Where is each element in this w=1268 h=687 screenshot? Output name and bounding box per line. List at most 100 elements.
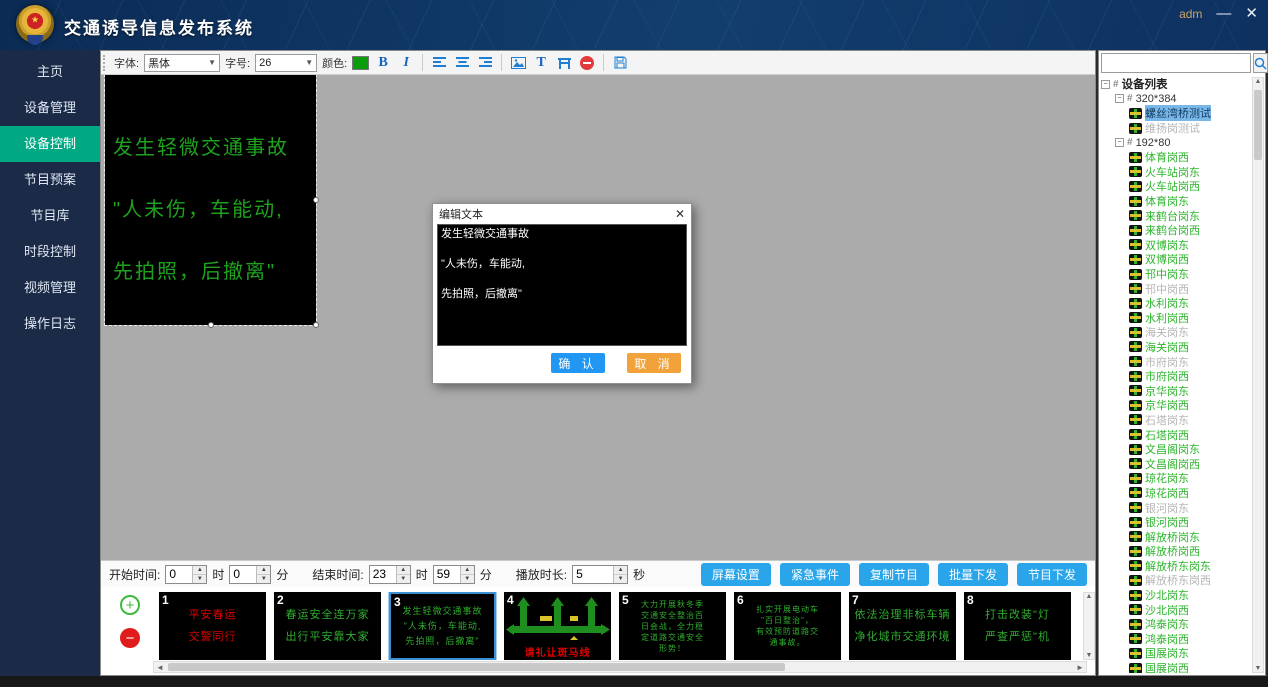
spin-up-icon[interactable]: ▲ (614, 566, 627, 575)
device-node[interactable]: 沙北岗东 (1101, 588, 1251, 603)
align-center-button[interactable] (453, 53, 471, 72)
duration-input[interactable] (573, 566, 613, 583)
device-node[interactable]: 火车站岗西 (1101, 179, 1251, 194)
device-node[interactable]: 来鹤台岗西 (1101, 223, 1251, 238)
tree-group-320*384[interactable]: −#320*384 (1101, 92, 1251, 107)
scroll-right-icon[interactable]: ► (1074, 663, 1086, 672)
device-node[interactable]: 鸿泰岗西 (1101, 632, 1251, 647)
spin-down-icon[interactable]: ▼ (461, 575, 474, 583)
size-select[interactable]: 26▼ (255, 54, 317, 72)
device-search-input[interactable] (1101, 53, 1251, 73)
collapse-icon[interactable]: − (1115, 94, 1124, 103)
sidebar-item-操作日志[interactable]: 操作日志 (0, 306, 100, 342)
sidebar-item-设备控制[interactable]: 设备控制 (0, 126, 100, 162)
minimize-icon[interactable]: — (1216, 5, 1231, 23)
device-node[interactable]: 国展岗西 (1101, 661, 1251, 673)
device-node[interactable]: 解放桥东岗西 (1101, 573, 1251, 588)
device-node[interactable]: 琼花岗东 (1101, 471, 1251, 486)
program-thumbnail[interactable]: 2春运安全连万家出行平安靠大家 (274, 592, 381, 660)
device-node[interactable]: 解放桥东岗东 (1101, 559, 1251, 574)
tree-root[interactable]: −#设备列表 (1101, 77, 1251, 92)
thumbs-horizontal-scrollbar[interactable]: ◄ ► (153, 661, 1087, 673)
device-node[interactable]: 体育岗西 (1101, 150, 1251, 165)
sidebar-item-主页[interactable]: 主页 (0, 54, 100, 90)
device-node[interactable]: 文昌阁岗西 (1101, 456, 1251, 471)
device-node[interactable]: 来鹤台岗东 (1101, 208, 1251, 223)
device-node[interactable]: 水利岗东 (1101, 296, 1251, 311)
spin-up-icon[interactable]: ▲ (257, 566, 270, 575)
italic-button[interactable]: I (397, 53, 415, 72)
spin-down-icon[interactable]: ▼ (397, 575, 410, 583)
program-thumbnail[interactable]: 7依法治理非标车辆净化城市交通环境 (849, 592, 956, 660)
resize-handle[interactable] (313, 322, 319, 328)
start-hour-stepper[interactable]: ▲▼ (165, 565, 207, 584)
spin-up-icon[interactable]: ▲ (193, 566, 206, 575)
device-node[interactable]: 市府岗西 (1101, 369, 1251, 384)
logged-in-user[interactable]: adm (1179, 7, 1202, 21)
program-thumbnail[interactable]: 3发生轻微交通事故"人未伤，车能动,先拍照，后撤离" (389, 592, 496, 660)
collapse-icon[interactable]: − (1101, 80, 1110, 89)
device-node[interactable]: 琼花岗西 (1101, 486, 1251, 501)
dialog-textarea[interactable]: 发生轻微交通事故 "人未伤，车能动, 先拍照，后撤离" (437, 224, 687, 346)
device-node[interactable]: 水利岗西 (1101, 311, 1251, 326)
tree-scrollbar[interactable]: ▲ ▼ (1252, 77, 1264, 673)
device-node[interactable]: 石塔岗东 (1101, 413, 1251, 428)
spin-down-icon[interactable]: ▼ (193, 575, 206, 583)
scrollbar-thumb[interactable] (1254, 90, 1262, 160)
device-node[interactable]: 沙北岗西 (1101, 602, 1251, 617)
resize-handle[interactable] (313, 197, 319, 203)
device-node[interactable]: 国展岗东 (1101, 646, 1251, 661)
device-node[interactable]: 邗中岗东 (1101, 267, 1251, 282)
cancel-button[interactable]: 取 消 (627, 353, 681, 373)
sidebar-item-节目预案[interactable]: 节目预案 (0, 162, 100, 198)
sidebar-item-节目库[interactable]: 节目库 (0, 198, 100, 234)
program-thumbnail[interactable]: 5大力开展秋冬季交通安全整治百日会战，全力稳定道路交通安全形势！ (619, 592, 726, 660)
program-thumbnail[interactable]: 4请礼让斑马线 (504, 592, 611, 660)
resize-handle[interactable] (208, 322, 214, 328)
device-node[interactable]: 解放桥岗西 (1101, 544, 1251, 559)
end-minute-stepper[interactable]: ▲▼ (433, 565, 475, 584)
tree-group-192*80[interactable]: −#192*80 (1101, 135, 1251, 150)
device-node[interactable]: 双博岗东 (1101, 238, 1251, 253)
sidebar-item-设备管理[interactable]: 设备管理 (0, 90, 100, 126)
device-node[interactable]: 维扬岗测试 (1101, 121, 1251, 136)
device-node[interactable]: 海关岗西 (1101, 340, 1251, 355)
device-node[interactable]: 京华岗东 (1101, 383, 1251, 398)
sidebar-item-视频管理[interactable]: 视频管理 (0, 270, 100, 306)
confirm-button[interactable]: 确 认 (551, 353, 605, 373)
device-node[interactable]: 石塔岗西 (1101, 427, 1251, 442)
color-swatch[interactable] (352, 56, 369, 70)
scrollbar-thumb[interactable] (168, 663, 785, 671)
program-thumbnail[interactable]: 6扎实开展电动车"百日整治"，有效预防道路交通事故。 (734, 592, 841, 660)
close-icon[interactable]: ✕ (1245, 5, 1258, 23)
device-node[interactable]: 海关岗东 (1101, 325, 1251, 340)
duration-stepper[interactable]: ▲▼ (572, 565, 628, 584)
insert-image-button[interactable] (509, 53, 527, 72)
device-node[interactable]: 银河岗东 (1101, 500, 1251, 515)
start-minute-stepper[interactable]: ▲▼ (229, 565, 271, 584)
led-preview[interactable]: 发生轻微交通事故 "人未伤，车能动, 先拍照，后撤离" (105, 75, 316, 325)
program-thumbnail[interactable]: 8打击改装"灯严查严惩"机 (964, 592, 1071, 660)
device-node[interactable]: 鸿泰岗东 (1101, 617, 1251, 632)
end-hour-input[interactable] (370, 566, 396, 583)
remove-program-button[interactable]: − (120, 628, 140, 648)
align-right-button[interactable] (476, 53, 494, 72)
spin-up-icon[interactable]: ▲ (397, 566, 410, 575)
device-node[interactable]: 解放桥岗东 (1101, 529, 1251, 544)
delete-item-button[interactable] (578, 53, 596, 72)
batch-send-button[interactable]: 批量下发 (938, 563, 1008, 586)
device-node[interactable]: 市府岗东 (1101, 354, 1251, 369)
insert-gantry-button[interactable] (555, 53, 573, 72)
dialog-close-icon[interactable]: ✕ (675, 207, 685, 221)
device-node[interactable]: 银河岗西 (1101, 515, 1251, 530)
collapse-icon[interactable]: − (1115, 138, 1124, 147)
emergency-event-button[interactable]: 紧急事件 (780, 563, 850, 586)
add-program-button[interactable]: + (120, 595, 140, 615)
save-button[interactable] (611, 53, 629, 72)
copy-program-button[interactable]: 复制节目 (859, 563, 929, 586)
screen-settings-button[interactable]: 屏幕设置 (701, 563, 771, 586)
device-node[interactable]: 京华岗西 (1101, 398, 1251, 413)
device-node[interactable]: 文昌阁岗东 (1101, 442, 1251, 457)
program-thumbnail[interactable]: 1平安春运交警同行 (159, 592, 266, 660)
font-select[interactable]: 黑体▼ (144, 54, 220, 72)
